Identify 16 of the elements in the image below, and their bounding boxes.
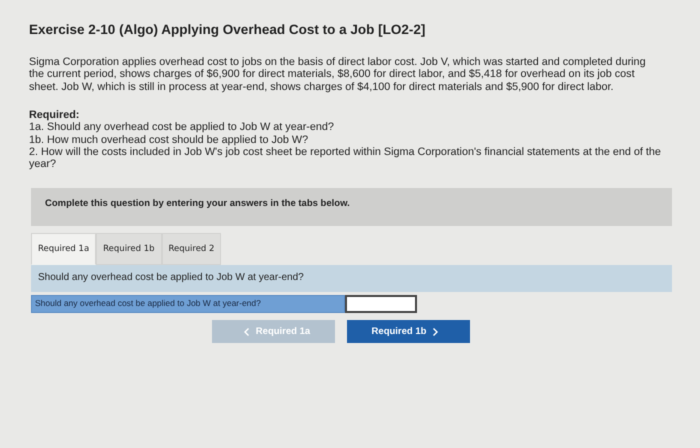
answer-label: Should any overhead cost be applied to Job W at year-end? bbox=[31, 295, 345, 314]
required-item: 1b. How much overhead cost should be applied to Job W? bbox=[29, 134, 310, 146]
answer-field[interactable] bbox=[345, 295, 417, 314]
tab[interactable]: Required 1a bbox=[31, 233, 96, 266]
chevron-right-icon bbox=[433, 328, 438, 336]
tab[interactable]: Required 1b bbox=[96, 233, 162, 266]
required-heading: Required: bbox=[29, 109, 80, 122]
tab[interactable]: Required 2 bbox=[162, 233, 222, 266]
next-button[interactable]: Required 1b bbox=[347, 320, 470, 344]
exercise-title: Exercise 2-10 (Algo) Applying Overhead Cost to a Job [LO2-2] bbox=[29, 22, 426, 37]
instructions-panel: Complete this question by entering your answers in the tabs below. bbox=[31, 188, 672, 226]
required-item: 1a. Should any overhead cost be applied to Job W at year-end? bbox=[29, 121, 335, 134]
problem-text: Sigma Corporation applies overhead cost to jobs on the basis of direct labor cost. Job V, which was started and completed during the current period, shows charges of $6,900 for direct materials, $8,600 for direct labor, and $5,418 for overhead on its job cost sheet. Job W, which is still in process at year-end, shows charges of $4,100 for direct materials and $5,900 for direct labor. bbox=[29, 56, 647, 94]
chevron-left-icon bbox=[244, 328, 249, 336]
required-item: 2. How will the costs included in Job W's job cost sheet be reported within Sigma Corporation's financial statements at the end of the year? bbox=[29, 146, 661, 170]
question-bar: Should any overhead cost be applied to Job W at year-end? bbox=[31, 265, 672, 292]
